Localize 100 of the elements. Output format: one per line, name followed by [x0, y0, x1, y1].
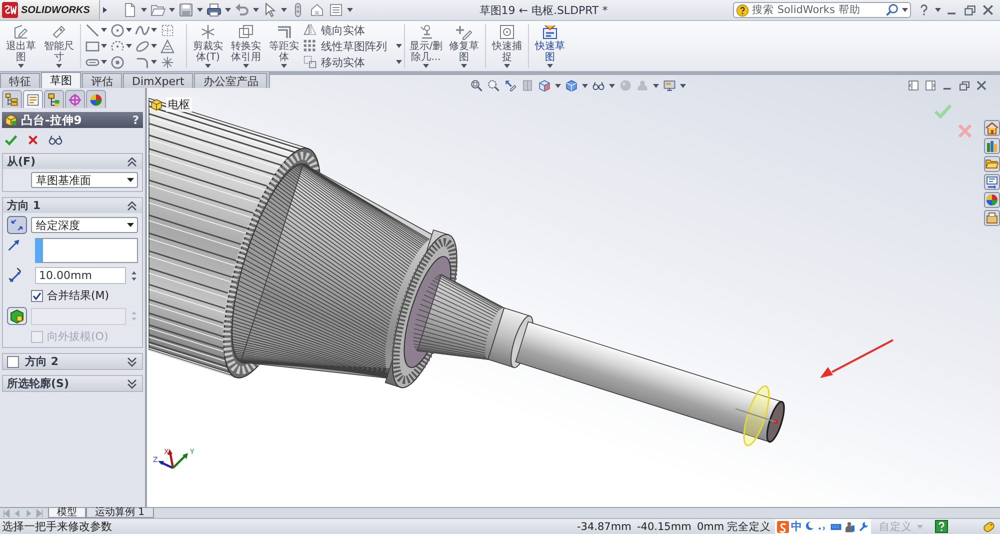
home-icon[interactable] [984, 120, 1000, 136]
caret-icon[interactable] [141, 8, 147, 12]
spin-arrows-icon[interactable] [130, 268, 138, 282]
panel-tab[interactable] [86, 90, 106, 108]
rectangle-icon[interactable] [85, 38, 100, 54]
command-tab[interactable]: 评估 [82, 73, 122, 88]
caret-icon[interactable] [101, 60, 107, 64]
ime-logo-icon[interactable] [777, 520, 789, 532]
direction-selection-box[interactable] [35, 238, 138, 263]
caret-icon[interactable] [151, 60, 157, 64]
bottom-tab[interactable]: 运动算例 1 [86, 508, 154, 518]
pie-icon[interactable] [984, 192, 1000, 208]
caret-icon[interactable] [253, 8, 259, 12]
double-chevron-icon[interactable] [127, 356, 137, 367]
caret-icon[interactable] [56, 64, 62, 68]
cube-icon[interactable] [538, 79, 551, 92]
zoom-area-icon[interactable] [487, 79, 500, 92]
cancel-icon[interactable] [27, 134, 39, 146]
caret-icon[interactable] [101, 28, 107, 32]
caret-icon[interactable] [151, 44, 157, 48]
moon-icon[interactable] [804, 521, 815, 532]
move-button[interactable]: 移动实体 [303, 54, 393, 70]
ellipse-icon[interactable] [135, 38, 150, 54]
convert-button[interactable]: 转换实体引用 [228, 21, 264, 71]
caret-icon[interactable] [555, 84, 561, 88]
caret-icon[interactable] [396, 44, 402, 48]
asterisk-icon[interactable] [160, 54, 175, 70]
zoom-fit-icon[interactable] [470, 79, 483, 92]
arc-icon[interactable] [110, 38, 125, 54]
arrows-icon[interactable] [7, 216, 27, 234]
circle-icon[interactable] [110, 22, 125, 38]
restore-icon[interactable] [963, 3, 977, 17]
list-icon[interactable] [328, 2, 344, 18]
caret-icon[interactable] [396, 60, 402, 64]
caret-icon[interactable] [101, 44, 107, 48]
smart-dimension-button[interactable]: 智能尺寸 [41, 21, 77, 71]
breadcrumb[interactable]: 电枢 [166, 97, 192, 112]
caret-icon[interactable] [653, 84, 659, 88]
caret-icon[interactable] [126, 44, 132, 48]
cube-icon[interactable] [7, 307, 27, 325]
rapid-sketch-button[interactable]: 快速草图 [532, 21, 568, 71]
panel-tab[interactable] [2, 90, 22, 108]
checkmark-icon[interactable] [4, 132, 18, 146]
arrow-pencil-icon[interactable] [504, 79, 517, 92]
caret-icon[interactable] [609, 84, 615, 88]
caret-icon[interactable] [935, 8, 941, 12]
line-icon[interactable] [85, 22, 100, 38]
caret-icon[interactable] [680, 84, 686, 88]
close-icon[interactable] [981, 3, 995, 17]
command-tab[interactable]: 草图 [41, 72, 81, 88]
caret-icon[interactable] [504, 64, 510, 68]
ring-icon[interactable] [110, 54, 125, 70]
double-chevron-icon[interactable] [127, 156, 137, 167]
command-tab[interactable]: 特征 [0, 73, 40, 88]
linear-pattern-button[interactable]: 线性草图阵列 [303, 38, 393, 54]
offset-button[interactable]: 等距实体 [266, 21, 302, 71]
print-icon[interactable] [206, 2, 222, 18]
mirror-button[interactable]: 镜向实体 [303, 22, 393, 38]
caret-icon[interactable] [169, 8, 175, 12]
flyout-arrow-icon[interactable] [102, 6, 108, 14]
input-mode[interactable]: 中 [791, 519, 802, 534]
panel-tab[interactable] [23, 90, 43, 108]
wrench-icon[interactable] [858, 521, 869, 532]
books-icon[interactable] [984, 138, 1000, 154]
search-field[interactable]: 搜索 SolidWorks 帮助 [733, 2, 911, 18]
end-condition-dropdown[interactable]: 给定深度 [31, 217, 138, 233]
cube-icon[interactable] [565, 79, 578, 92]
briefcase-icon[interactable] [984, 210, 1000, 226]
double-chevron-icon[interactable] [127, 200, 137, 211]
caret-icon[interactable] [205, 64, 211, 68]
exit-sketch-button[interactable]: 退出草图 [3, 21, 39, 71]
caret-icon[interactable] [18, 64, 24, 68]
checkbox[interactable] [7, 356, 19, 368]
dashed-grid-icon[interactable] [160, 22, 175, 38]
search-icon[interactable] [885, 3, 899, 17]
caret-icon[interactable] [547, 64, 553, 68]
command-tab[interactable]: DimXpert [123, 73, 194, 88]
caret-icon[interactable] [281, 64, 287, 68]
caret-icon[interactable] [281, 8, 287, 12]
tile-right-icon[interactable] [924, 79, 937, 92]
caret-icon[interactable] [197, 8, 203, 12]
panel-tab[interactable] [44, 90, 64, 108]
panel-tab[interactable] [65, 90, 85, 108]
caret-icon[interactable] [347, 8, 353, 12]
tag-icon[interactable] [982, 520, 996, 534]
close-icon[interactable] [975, 79, 988, 92]
trim-button[interactable]: 剪裁实体(T) [190, 21, 226, 71]
new-document-icon[interactable] [122, 2, 138, 18]
caret-icon[interactable] [225, 8, 231, 12]
caret-icon[interactable] [243, 64, 249, 68]
quick-snaps-button[interactable]: 快速捕捉 [489, 21, 525, 71]
caret-icon[interactable] [461, 64, 467, 68]
start-condition-dropdown[interactable]: 草图基准面 [31, 172, 138, 188]
house-icon[interactable] [309, 2, 325, 18]
repair-sketch-button[interactable]: 修复草图 [446, 21, 482, 71]
undo-icon[interactable] [234, 2, 250, 18]
caret-icon[interactable] [902, 8, 908, 12]
checkbox[interactable] [31, 290, 43, 302]
relations-button[interactable]: 显示/删除几... [408, 21, 444, 71]
caret-icon[interactable] [582, 84, 588, 88]
